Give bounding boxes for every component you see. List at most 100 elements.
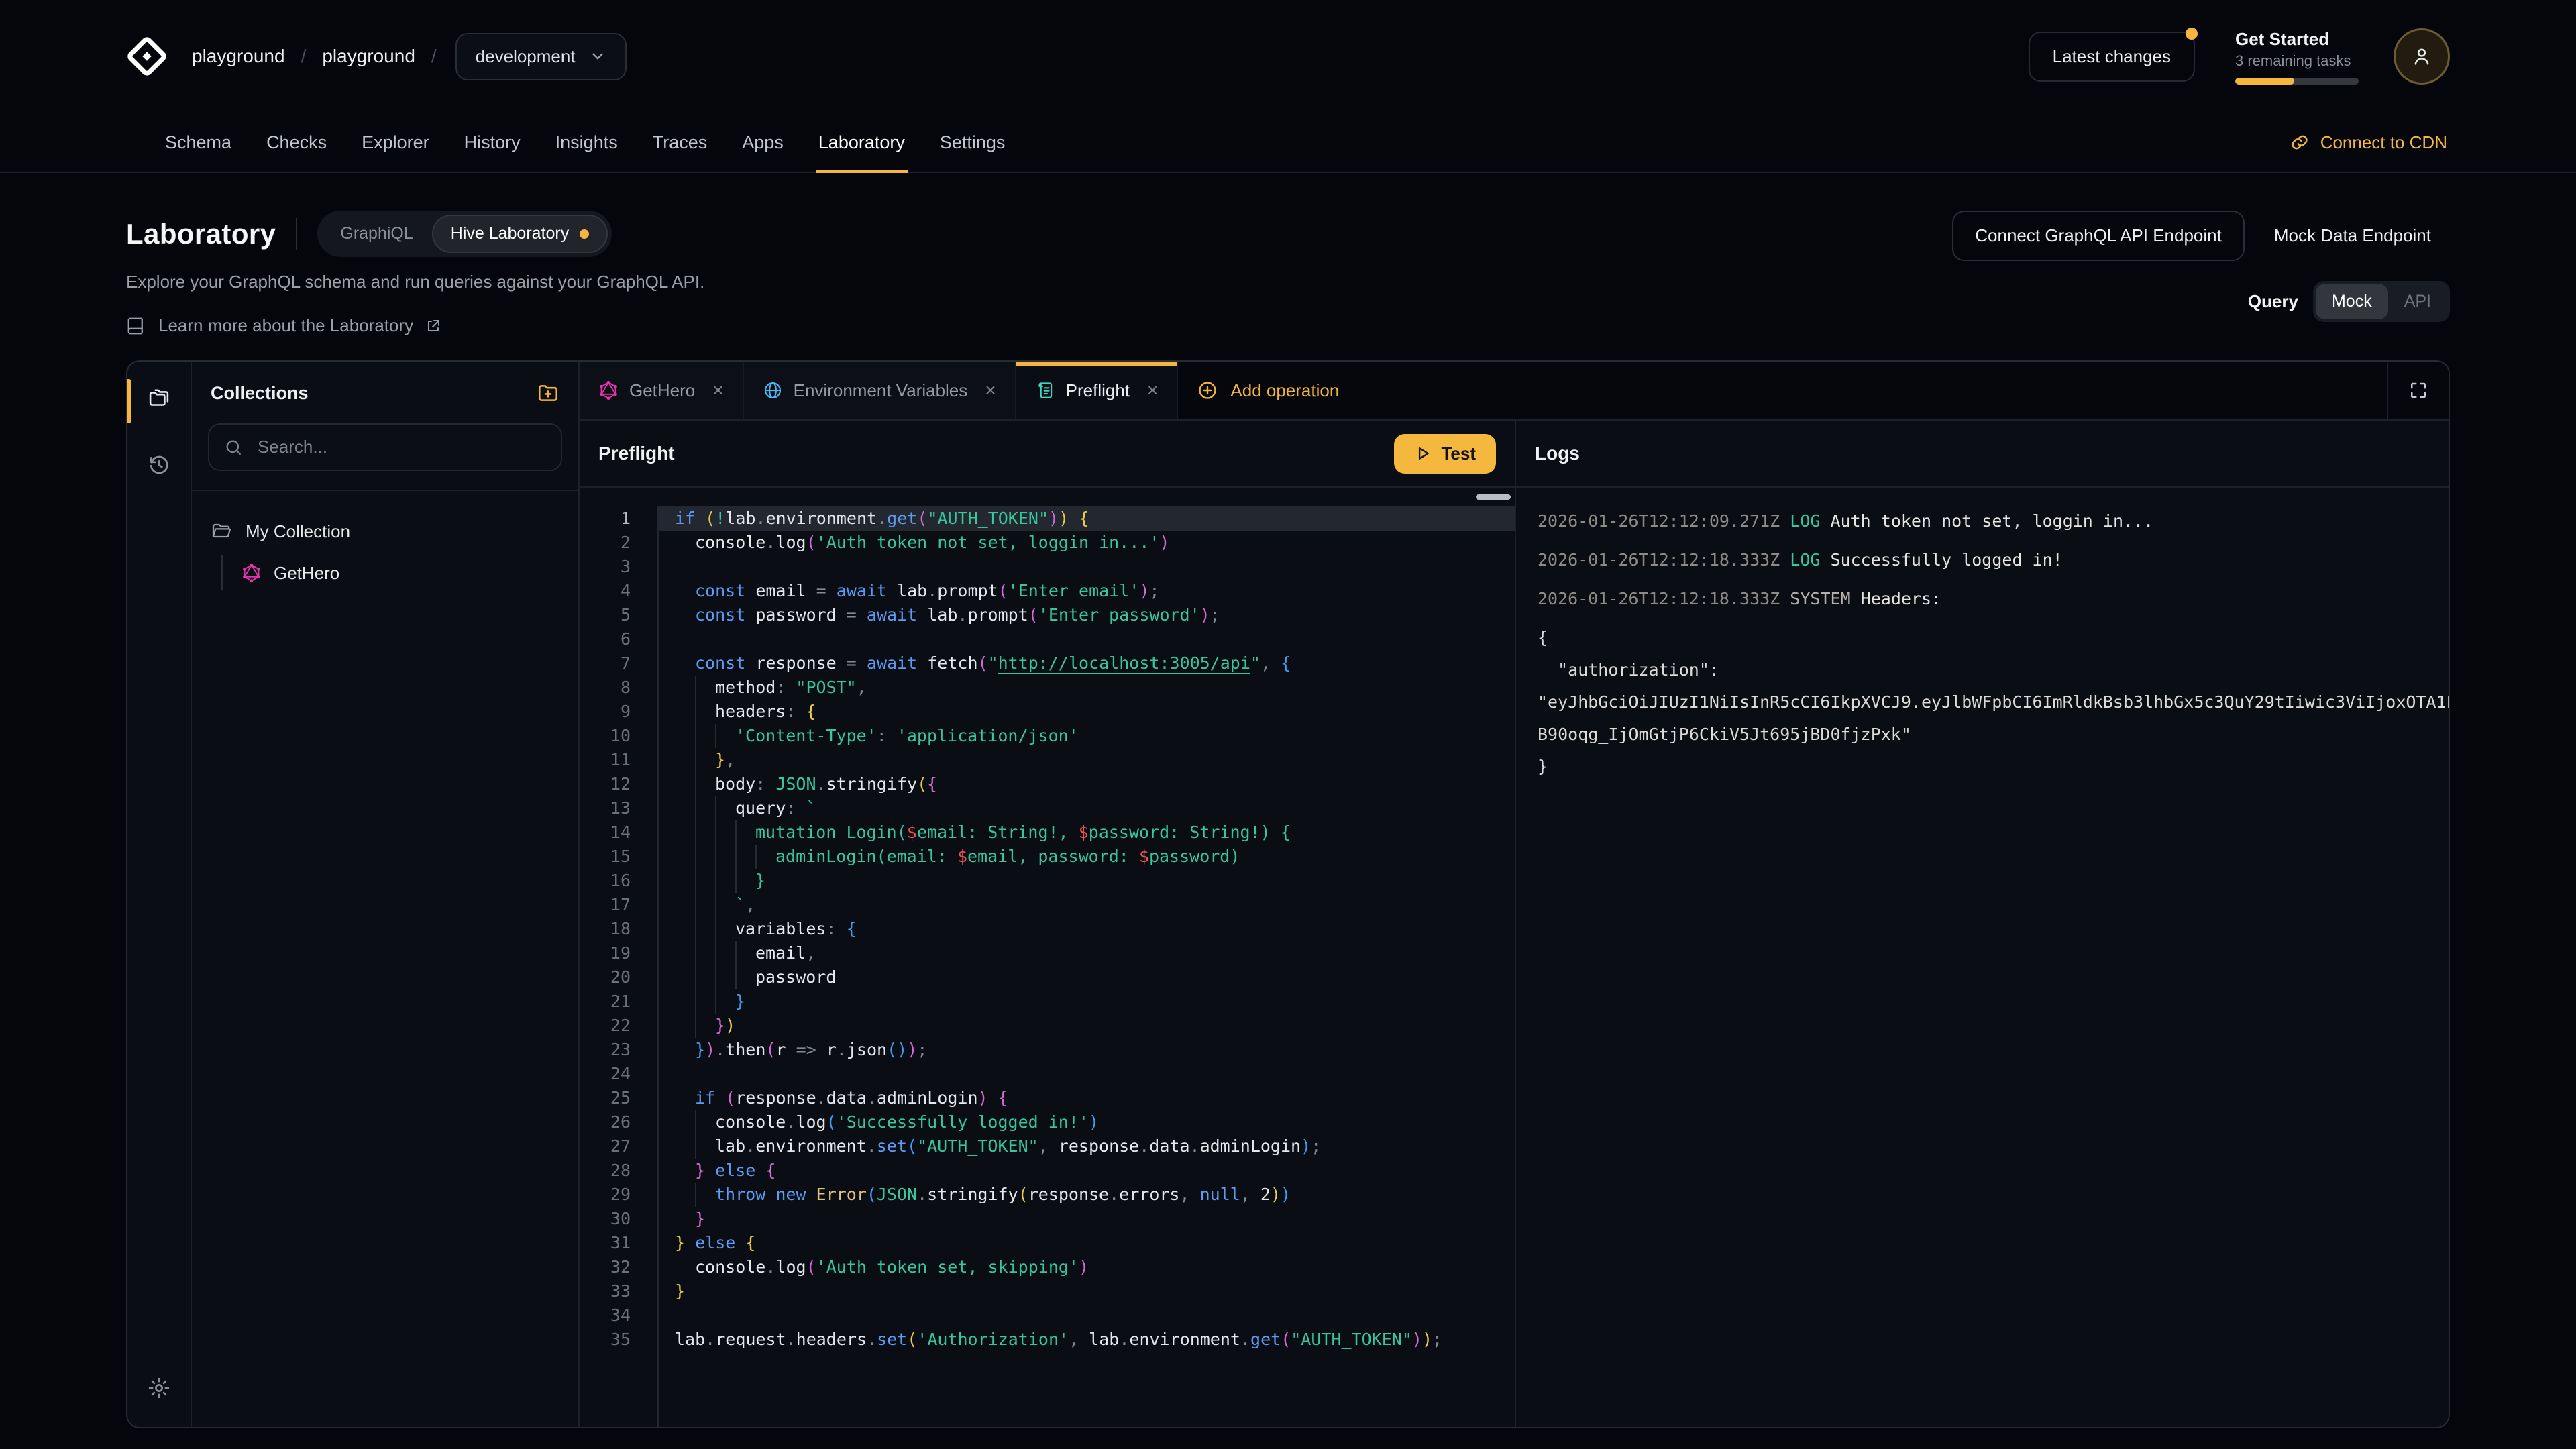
indent-guide [675, 820, 695, 845]
log-timestamp: 2026-01-26T12:12:09.271Z [1538, 511, 1780, 531]
latest-changes-button[interactable]: Latest changes [2029, 32, 2195, 82]
query-mode-mock[interactable]: Mock [2316, 284, 2388, 319]
indent-guide [695, 820, 715, 845]
connect-endpoint-button[interactable]: Connect GraphQL API Endpoint [1952, 211, 2245, 261]
code-line: `, [675, 893, 1515, 917]
get-started-title: Get Started [2235, 29, 2359, 50]
indent-guide [715, 869, 735, 893]
indent-guide [715, 796, 735, 820]
nav-tab-laboratory[interactable]: Laboratory [801, 113, 922, 172]
log-entry: 2026-01-26T12:12:09.271Z LOG Auth token … [1538, 505, 2449, 537]
close-icon[interactable]: × [1147, 381, 1158, 400]
nav-tab-apps[interactable]: Apps [724, 113, 801, 172]
indent-guide [695, 700, 715, 724]
learn-more-link[interactable]: Learn more about the Laboratory [126, 315, 704, 336]
lab-mode-toggle: GraphiQL Hive Laboratory [317, 211, 612, 257]
primary-nav: SchemaChecksExplorerHistoryInsightsTrace… [126, 113, 2450, 172]
preflight-editor-pane: Preflight Test 1234567891011121314151617… [580, 421, 1516, 1427]
log-json-line: B90oqg_IjOmGtjP6CkiV5Jt695jBD0fjzPxk" [1538, 718, 2449, 751]
mode-hive-laboratory[interactable]: Hive Laboratory [432, 215, 608, 253]
indent-guide [695, 1183, 715, 1207]
new-feature-dot [580, 229, 589, 239]
tab-preflight[interactable]: Preflight× [1016, 362, 1179, 419]
indent-guide [735, 845, 755, 869]
nav-tab-schema[interactable]: Schema [148, 113, 249, 172]
play-icon [1414, 445, 1432, 462]
tab-gethero[interactable]: GetHero× [580, 362, 744, 419]
nav-tab-settings[interactable]: Settings [922, 113, 1023, 172]
search-input[interactable] [255, 435, 546, 459]
add-collection-icon[interactable] [537, 382, 559, 405]
nav-tab-checks[interactable]: Checks [249, 113, 344, 172]
nav-tab-explorer[interactable]: Explorer [344, 113, 447, 172]
indent-guide [715, 917, 735, 941]
indent-guide [695, 676, 715, 700]
get-started-progressbar [2235, 78, 2359, 85]
learn-more-label: Learn more about the Laboratory [158, 315, 413, 336]
collection-operation-gethero[interactable]: GetHero [241, 555, 559, 590]
mode-graphiql[interactable]: GraphiQL [321, 215, 431, 253]
tab-environment-variables[interactable]: Environment Variables× [744, 362, 1016, 419]
link-icon [2290, 132, 2310, 152]
log-json-line: } [1538, 751, 2449, 783]
add-operation-label: Add operation [1230, 380, 1339, 401]
add-operation-button[interactable]: Add operation [1178, 362, 1358, 419]
breadcrumb-project[interactable]: playground [317, 46, 421, 67]
fullscreen-button[interactable] [2387, 362, 2449, 419]
indent-guide [735, 869, 755, 893]
breadcrumb-separator: / [421, 46, 447, 67]
code-editor[interactable]: 1234567891011121314151617181920212223242… [580, 488, 1515, 1427]
indent-guide [695, 1014, 715, 1038]
nav-tab-traces[interactable]: Traces [635, 113, 725, 172]
code-line: lab.request.headers.set('Authorization',… [675, 1328, 1515, 1352]
gutter: 1234567891011121314151617181920212223242… [580, 506, 657, 1427]
resize-handle[interactable] [1476, 494, 1511, 500]
code-line: password [675, 965, 1515, 989]
close-icon[interactable]: × [712, 381, 723, 400]
progress-fill [2235, 78, 2294, 85]
code-line: } else { [675, 1159, 1515, 1183]
nav-tab-insights[interactable]: Insights [538, 113, 635, 172]
test-button-label: Test [1441, 443, 1476, 464]
mock-endpoint-button[interactable]: Mock Data Endpoint [2255, 212, 2450, 260]
close-icon[interactable]: × [985, 381, 996, 400]
breadcrumb-org[interactable]: playground [186, 46, 290, 67]
nav-tab-history[interactable]: History [447, 113, 538, 172]
indent-guide [675, 1134, 695, 1159]
code-line: mutation Login($email: String!, $passwor… [675, 820, 1515, 845]
indent-guide [715, 845, 735, 869]
code-line: } [675, 869, 1515, 893]
expand-icon [2408, 380, 2428, 400]
code-line: }) [675, 1014, 1515, 1038]
target-select[interactable]: development [455, 33, 627, 80]
code-line: variables: { [675, 917, 1515, 941]
query-mode-api[interactable]: API [2388, 284, 2447, 319]
code-line [675, 1062, 1515, 1086]
settings-gear-icon[interactable] [136, 1365, 182, 1411]
page-head: Laboratory GraphiQL Hive Laboratory Expl… [126, 211, 2450, 336]
test-button[interactable]: Test [1394, 434, 1496, 474]
hive-logo-icon[interactable] [126, 36, 168, 77]
log-message: Successfully logged in! [1831, 550, 2063, 570]
hive-laboratory-app: playground / playground / development La… [0, 0, 2576, 1449]
brand-row: playground / playground / development La… [126, 0, 2450, 113]
title-divider [296, 218, 297, 250]
code-line: method: "POST", [675, 676, 1515, 700]
collections-search [208, 423, 562, 471]
indent-guide [755, 845, 775, 869]
graphql-icon [241, 563, 262, 583]
log-level: SYSTEM [1790, 589, 1850, 608]
indent-guide [675, 651, 695, 676]
connect-to-cdn-link[interactable]: Connect to CDN [2290, 113, 2450, 172]
collection-operations: GetHero [221, 555, 559, 590]
code-line [675, 555, 1515, 579]
avatar[interactable] [2394, 28, 2450, 85]
collection-folder[interactable]: My Collection [211, 515, 559, 547]
indent-guide [715, 965, 735, 989]
get-started-widget[interactable]: Get Started 3 remaining tasks [2235, 29, 2359, 85]
history-rail-icon[interactable] [136, 442, 182, 488]
topbar: playground / playground / development La… [0, 0, 2576, 173]
collections-rail-icon[interactable] [136, 375, 182, 421]
indent-guide [675, 772, 695, 796]
collections-panel: Collections [192, 362, 580, 1427]
